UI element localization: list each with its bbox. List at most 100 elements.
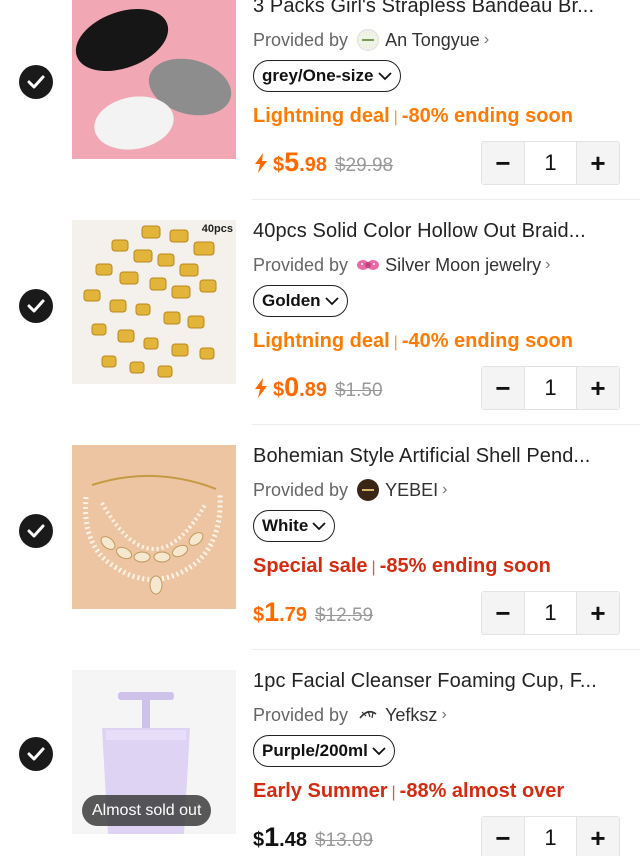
- decrease-quantity-button[interactable]: −: [482, 817, 524, 856]
- quantity-stepper: − 1 +: [481, 591, 620, 635]
- provider-row[interactable]: Provided by YEBEI ›: [253, 479, 447, 501]
- select-checkbox[interactable]: [19, 514, 53, 548]
- deal-name: Special sale: [253, 555, 368, 577]
- deal-text: -88% almost over: [399, 780, 565, 802]
- deal-label: Lightning deal | -80% ending soon: [253, 105, 573, 128]
- deal-label: Special sale | -85% ending soon: [253, 555, 551, 578]
- price-decimal: .89: [299, 379, 327, 401]
- quantity-stepper: − 1 +: [481, 141, 620, 185]
- increase-quantity-button[interactable]: +: [577, 817, 619, 856]
- price-row: $ 5 .98 $29.98: [253, 147, 393, 178]
- original-price: $12.59: [314, 605, 374, 626]
- price-integer: 0: [284, 372, 300, 402]
- price-integer: 5: [284, 147, 300, 177]
- chevron-down-icon: [312, 521, 326, 530]
- price-currency: $: [253, 604, 265, 626]
- chevron-right-icon: ›: [483, 31, 490, 48]
- price-integer: 1: [264, 822, 280, 852]
- store-name[interactable]: An Tongyue: [385, 30, 480, 51]
- quantity-value[interactable]: 1: [524, 142, 577, 184]
- product-image[interactable]: 40pcs: [72, 220, 236, 384]
- product-title[interactable]: 40pcs Solid Color Hollow Out Braid...: [253, 220, 633, 243]
- deal-text: -40% ending soon: [401, 330, 573, 352]
- select-checkbox[interactable]: [19, 737, 53, 771]
- check-icon: [27, 747, 45, 761]
- original-price: $13.09: [314, 830, 374, 851]
- select-checkbox[interactable]: [19, 289, 53, 323]
- product-image[interactable]: [72, 445, 236, 609]
- deal-name: Lightning deal: [253, 105, 390, 127]
- almost-sold-out-badge: Almost sold out: [82, 795, 212, 826]
- check-icon: [27, 524, 45, 538]
- price-decimal: .98: [299, 154, 327, 176]
- deal-label: Lightning deal | -40% ending soon: [253, 330, 573, 353]
- variant-label: grey/One-size: [262, 66, 374, 85]
- store-name[interactable]: YEBEI: [385, 480, 438, 501]
- provided-by-label: Provided by: [253, 704, 349, 725]
- chevron-right-icon: ›: [441, 706, 447, 723]
- price-decimal: .79: [279, 604, 307, 626]
- product-image[interactable]: [72, 0, 236, 159]
- product-title[interactable]: 1pc Facial Cleanser Foaming Cup, F...: [253, 670, 633, 693]
- cart-item: Bohemian Style Artificial Shell Pend... …: [0, 425, 640, 650]
- check-icon: [27, 75, 45, 89]
- increase-quantity-button[interactable]: +: [577, 367, 619, 409]
- provider-row[interactable]: Provided by Yefksz ›: [253, 704, 447, 726]
- deal-text: -85% ending soon: [379, 555, 551, 577]
- deal-label: Early Summer | -88% almost over: [253, 780, 564, 803]
- price-row: $ 1 .79 $12.59: [253, 597, 373, 628]
- store-logo: [357, 29, 380, 51]
- chevron-down-icon: [324, 296, 339, 305]
- decrease-quantity-button[interactable]: −: [482, 592, 524, 634]
- provider-row[interactable]: Provided by An Tongyue ›: [253, 29, 489, 51]
- product-title[interactable]: 3 Packs Girl's Strapless Bandeau Br...: [253, 0, 633, 18]
- chevron-right-icon: ›: [545, 256, 551, 273]
- cart-item: 3 Packs Girl's Strapless Bandeau Br... P…: [0, 0, 640, 200]
- decrease-quantity-button[interactable]: −: [482, 367, 524, 409]
- quantity-stepper: − 1 +: [481, 366, 620, 410]
- price-row: $ 1 .48 $13.09: [253, 822, 373, 853]
- price-integer: 1: [264, 597, 280, 627]
- price-currency: $: [253, 829, 265, 851]
- increase-quantity-button[interactable]: +: [577, 142, 619, 184]
- variant-selector[interactable]: Purple/200ml: [253, 735, 395, 767]
- provider-row[interactable]: Provided by Silver Moon jewelry ›: [253, 254, 550, 276]
- deal-separator: |: [391, 784, 396, 801]
- deal-text: -80% ending soon: [401, 105, 573, 127]
- check-icon: [27, 299, 45, 313]
- cart-item: Almost sold out 1pc Facial Cleanser Foam…: [0, 650, 640, 856]
- provided-by-label: Provided by: [253, 254, 349, 275]
- store-logo: [357, 254, 380, 276]
- quantity-stepper: − 1 +: [481, 816, 620, 856]
- increase-quantity-button[interactable]: +: [577, 592, 619, 634]
- original-price: $1.50: [334, 380, 383, 401]
- deal-name: Lightning deal: [253, 330, 390, 352]
- decrease-quantity-button[interactable]: −: [482, 142, 524, 184]
- variant-label: Golden: [262, 291, 321, 310]
- lightning-bolt-icon: [255, 377, 267, 398]
- cart-item: 40pcs 40pcs Solid Color Hollow Out Braid…: [0, 200, 640, 425]
- select-checkbox[interactable]: [19, 65, 53, 99]
- product-image[interactable]: Almost sold out: [72, 670, 236, 834]
- product-title[interactable]: Bohemian Style Artificial Shell Pend...: [253, 445, 633, 468]
- quantity-value[interactable]: 1: [524, 817, 577, 856]
- lightning-bolt-icon: [255, 152, 267, 173]
- quantity-value[interactable]: 1: [524, 367, 577, 409]
- chevron-down-icon: [372, 746, 386, 755]
- store-name[interactable]: Silver Moon jewelry: [385, 255, 541, 276]
- variant-selector[interactable]: White: [253, 510, 336, 542]
- variant-label: Purple/200ml: [262, 741, 368, 760]
- original-price: $29.98: [334, 155, 394, 176]
- deal-separator: |: [393, 334, 398, 351]
- provided-by-label: Provided by: [253, 479, 349, 500]
- deal-name: Early Summer: [253, 780, 388, 802]
- price-decimal: .48: [279, 829, 307, 851]
- price-currency: $: [273, 379, 285, 401]
- price-currency: $: [273, 154, 285, 176]
- quantity-value[interactable]: 1: [524, 592, 577, 634]
- price-row: $ 0 .89 $1.50: [253, 372, 383, 403]
- variant-selector[interactable]: grey/One-size: [253, 60, 401, 92]
- store-name[interactable]: Yefksz: [385, 705, 437, 726]
- variant-selector[interactable]: Golden: [253, 285, 348, 317]
- image-badge: 40pcs: [201, 223, 233, 235]
